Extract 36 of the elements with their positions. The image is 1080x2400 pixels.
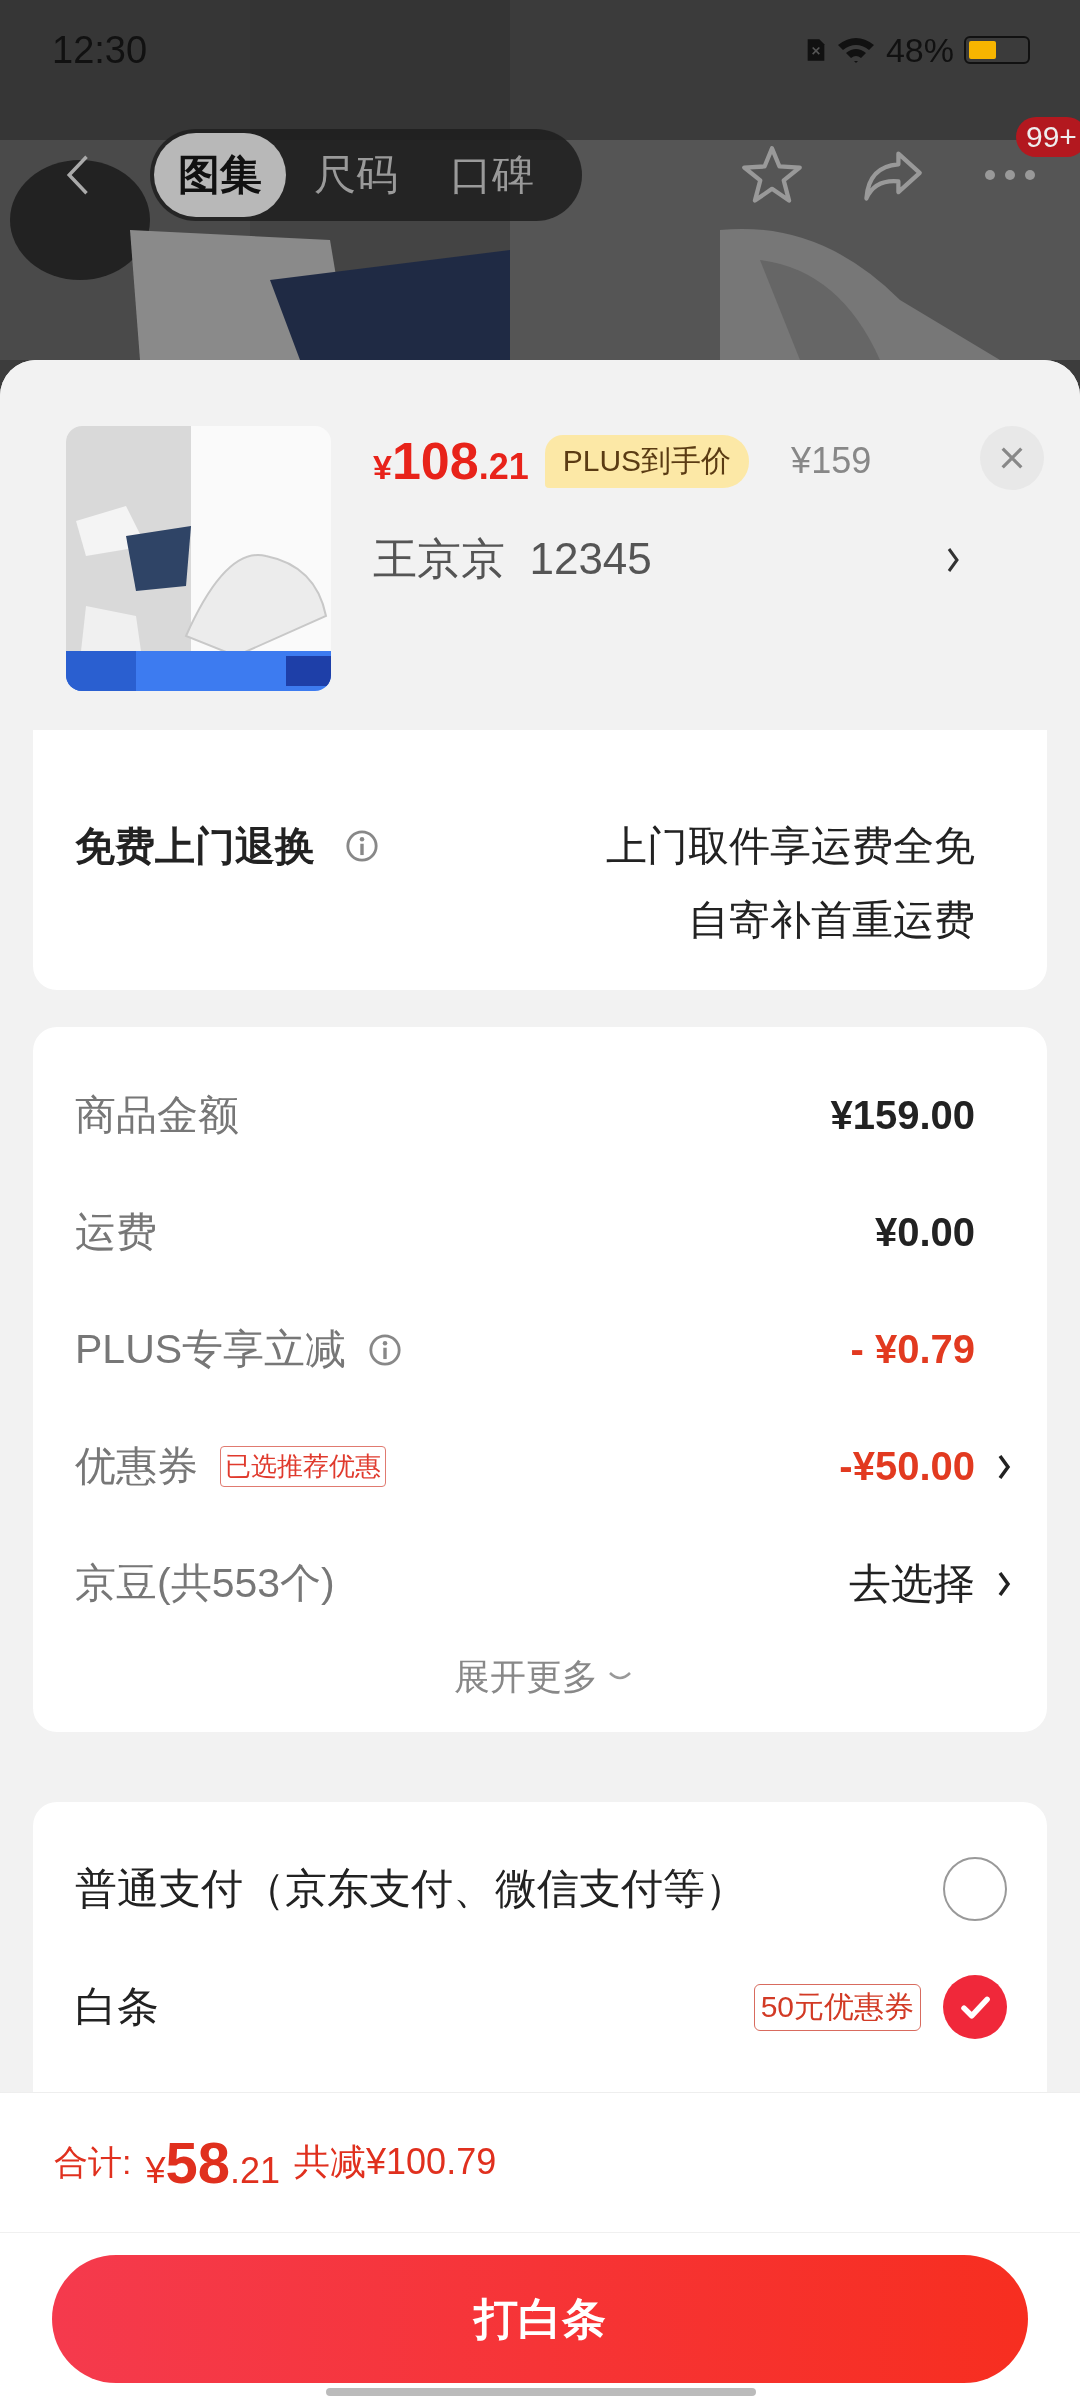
service-description: 上门取件享运费全免 [606,822,975,871]
coupon-tag: 50元优惠券 [753,1983,921,2031]
coupon-tag: 已选推荐优惠 [220,1446,386,1487]
fee-value[interactable]: 去选择 [849,1555,975,1612]
battery-icon [964,36,1030,64]
payment-option[interactable]: 白条 [75,1979,159,2035]
payment-option[interactable]: 普通支付（京东支付、微信支付等） [75,1861,747,1917]
tab[interactable]: 图集 [154,133,286,217]
pay-button[interactable]: 打白条 [52,2255,1028,2383]
service-description: 自寄补首重运费 [688,896,975,945]
info-icon[interactable] [368,1332,403,1367]
fee-label: 京豆(共553个) [75,1559,335,1608]
fee-value[interactable]: -¥50.00 [839,1444,975,1489]
product-spec[interactable]: 王京京 12345 [373,530,652,589]
total-label: 合计: [54,2141,132,2183]
plus-price-tag: PLUS到手价 [544,434,750,488]
tab[interactable]: 尺码 [290,133,422,217]
chevron-icon[interactable] [997,1569,1011,1598]
service-name: 免费上门退换 [75,822,315,870]
original-price: ¥159 [791,440,872,482]
fee-value: ¥0.00 [874,1210,975,1255]
total-price: ¥58.21 [145,2129,281,2196]
price: ¥108.21 [373,431,529,491]
tab[interactable]: 口碑 [426,133,558,217]
chevron-icon[interactable] [997,1452,1011,1481]
total-savings: 共减¥100.79 [294,2140,497,2184]
notification-badge: 99+ [1016,117,1080,157]
fee-value: - ¥0.79 [850,1327,975,1372]
fee-label: 优惠券 [75,1442,198,1491]
fee-label: PLUS专享立减 [75,1325,347,1374]
radio-button[interactable] [943,1857,1007,1921]
expand-more-button[interactable]: 展开更多 [454,1652,632,1702]
fee-label: 运费 [75,1208,157,1257]
fee-value: ¥159.00 [830,1093,975,1138]
info-icon[interactable] [345,829,379,863]
fee-label: 商品金额 [75,1091,239,1140]
